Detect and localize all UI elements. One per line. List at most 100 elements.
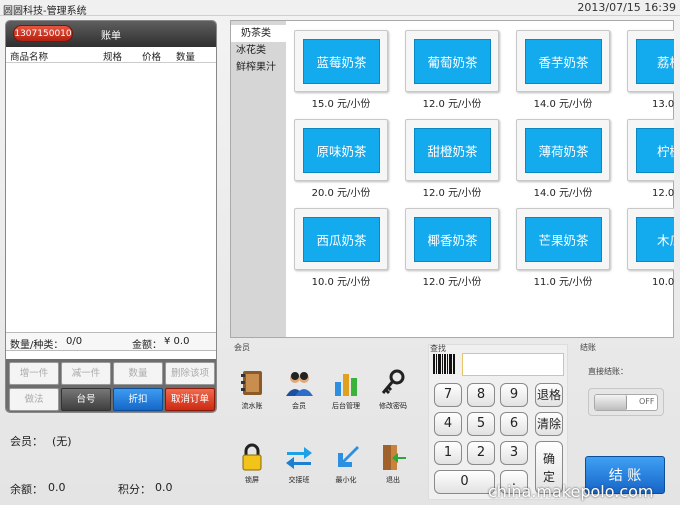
exit-door-icon	[378, 442, 408, 472]
key-0[interactable]: 0	[434, 470, 495, 494]
member-function-label: 会员	[292, 402, 306, 410]
product-price: 12.0 元/小份	[422, 277, 482, 288]
amount-label: 金额：	[132, 340, 162, 351]
direct-checkout-label: 直接结账：	[588, 367, 628, 376]
book-icon	[237, 368, 267, 398]
shift-handover-button[interactable]: 交接班	[277, 442, 321, 485]
product-grid: 蓝莓奶茶 15.0 元/小份 葡萄奶茶 12.0 元/小份 香芋奶茶 14.0 …	[288, 21, 674, 337]
product-name: 椰香奶茶	[414, 217, 491, 262]
column-price: 价格	[142, 52, 162, 63]
journal-button[interactable]: 流水账	[230, 368, 274, 411]
backend-label: 后台管理	[332, 402, 360, 410]
search-section-label: 查找	[430, 344, 446, 353]
product-tile[interactable]: 西瓜奶茶	[294, 208, 388, 270]
product-tile[interactable]: 薄荷奶茶	[516, 119, 610, 181]
product-tile[interactable]: 蓝莓奶茶	[294, 30, 388, 92]
key-4[interactable]: 4	[434, 412, 462, 436]
category-ice-flower[interactable]: 冰花类	[231, 42, 286, 59]
product-name: 薄荷奶茶	[525, 128, 602, 173]
search-input[interactable]	[462, 353, 564, 376]
points-label: 积分：	[118, 483, 151, 496]
change-password-button[interactable]: 修改密码	[371, 368, 415, 411]
key-9[interactable]: 9	[500, 383, 528, 407]
category-fresh-juice[interactable]: 鲜榨果汁	[231, 59, 286, 76]
direct-checkout-toggle[interactable]: OFF	[588, 388, 664, 416]
product-name: 甜橙奶茶	[414, 128, 491, 173]
bill-header: 1307150010 账单	[6, 21, 216, 47]
exit-button[interactable]: 退出	[371, 442, 415, 485]
barcode-icon[interactable]	[433, 354, 455, 374]
member-button[interactable]: 会员	[277, 368, 321, 411]
title-bar: 圆圆科技-管理系统 2013/07/15 16:39	[0, 0, 680, 17]
product-tile[interactable]: 葡萄奶茶	[405, 30, 499, 92]
product-name: 木瓜	[636, 217, 674, 262]
key-6[interactable]: 6	[500, 412, 528, 436]
product-price: 11.0 元/小份	[533, 277, 593, 288]
key-8[interactable]: 8	[467, 383, 495, 407]
category-milk-tea[interactable]: 奶茶类	[231, 25, 286, 42]
watermark: china.makepolo.com	[488, 482, 654, 501]
product-tile[interactable]: 柠檬	[627, 119, 674, 181]
key-3[interactable]: 3	[500, 441, 528, 465]
toggle-track: OFF	[594, 394, 658, 411]
backspace-key[interactable]: 退格	[535, 383, 563, 407]
product-tile[interactable]: 芒果奶茶	[516, 208, 610, 270]
toggle-state: OFF	[639, 397, 655, 406]
product-name: 葡萄奶茶	[414, 39, 491, 84]
product-tile[interactable]: 香芋奶茶	[516, 30, 610, 92]
category-list: 奶茶类 冰花类 鲜榨果汁	[231, 21, 286, 337]
column-spec: 规格	[103, 52, 123, 63]
table-number-button[interactable]: 台号	[61, 388, 111, 411]
method-button[interactable]: 做法	[9, 388, 59, 411]
key-5[interactable]: 5	[467, 412, 495, 436]
journal-label: 流水账	[241, 402, 263, 410]
quantity-button[interactable]: 数量	[113, 362, 163, 385]
product-area: 奶茶类 冰花类 鲜榨果汁 蓝莓奶茶 15.0 元/小份 葡萄奶茶 12.0 元/…	[230, 20, 674, 338]
product-tile[interactable]: 椰香奶茶	[405, 208, 499, 270]
bill-item-list[interactable]	[6, 63, 216, 333]
product-price: 12.0 元	[652, 188, 674, 199]
bill-title: 账单	[101, 31, 121, 42]
cancel-order-button[interactable]: 取消订单	[165, 388, 215, 411]
product-name: 西瓜奶茶	[303, 217, 380, 262]
product-name: 荔枝	[636, 39, 674, 84]
bill-column-headers: 商品名称 规格 价格 数量	[6, 47, 216, 63]
delete-item-button[interactable]: 删除该项	[165, 362, 215, 385]
qty-types-value: 0/0	[66, 336, 83, 347]
toggle-knob	[595, 395, 627, 410]
member-label: 会员：	[10, 435, 43, 448]
clear-key[interactable]: 清除	[535, 412, 563, 436]
bill-summary: 数量/种类： 0/0 金额： ¥ 0.0	[6, 333, 216, 351]
lock-screen-label: 锁屏	[245, 476, 259, 484]
backend-button[interactable]: 后台管理	[324, 368, 368, 411]
datetime: 2013/07/15 16:39	[577, 1, 676, 14]
change-password-label: 修改密码	[379, 402, 407, 410]
column-quantity: 数量	[176, 52, 196, 63]
key-2[interactable]: 2	[467, 441, 495, 465]
product-tile[interactable]: 荔枝	[627, 30, 674, 92]
product-name: 香芋奶茶	[525, 39, 602, 84]
product-tile[interactable]: 原味奶茶	[294, 119, 388, 181]
qty-types-label: 数量/种类：	[10, 340, 64, 351]
bill-button-area: 增一件 减一件 数量 删除该项 做法 台号 折扣 取消订单	[6, 359, 216, 412]
lock-screen-button[interactable]: 锁屏	[230, 442, 274, 485]
remove-one-button[interactable]: 减一件	[61, 362, 111, 385]
discount-button[interactable]: 折扣	[113, 388, 163, 411]
order-number-badge[interactable]: 1307150010	[13, 25, 73, 42]
key-1[interactable]: 1	[434, 441, 462, 465]
column-product-name: 商品名称	[10, 52, 49, 63]
product-price: 13.0 元	[652, 99, 674, 110]
shift-handover-label: 交接班	[288, 476, 310, 484]
keypad-panel: 查找 7 8 9 退格 4 5 6 清除 1 2 3 确定 0 .	[428, 344, 568, 500]
function-panel: 会员 流水账 会员 后台管理 修改密码 锁屏 交接班 最小化 退出	[230, 343, 420, 500]
product-name: 芒果奶茶	[525, 217, 602, 262]
key-7[interactable]: 7	[434, 383, 462, 407]
product-price: 14.0 元/小份	[533, 99, 593, 110]
product-tile[interactable]: 木瓜	[627, 208, 674, 270]
exit-label: 退出	[386, 476, 400, 484]
add-one-button[interactable]: 增一件	[9, 362, 59, 385]
minimize-button[interactable]: 最小化	[324, 442, 368, 485]
product-tile[interactable]: 甜橙奶茶	[405, 119, 499, 181]
member-value: (无)	[52, 435, 72, 448]
balance-value: 0.0	[48, 481, 66, 494]
